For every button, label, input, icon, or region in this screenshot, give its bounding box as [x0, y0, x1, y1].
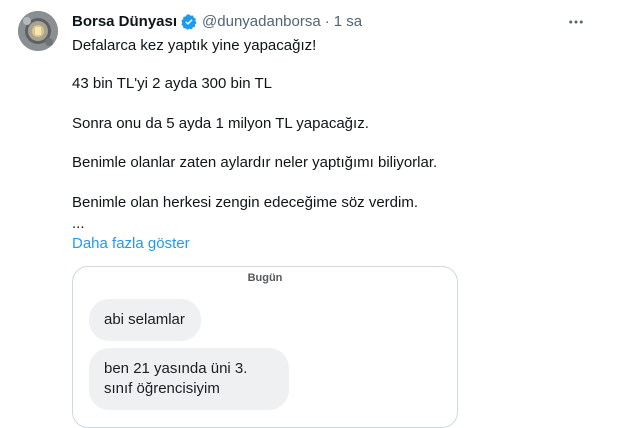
- tweet-timestamp[interactable]: 1 sa: [334, 12, 362, 32]
- chat-bubble: ben 21 yasında üni 3. sınıf öğrencisiyim: [89, 348, 289, 410]
- tweet-text-ellipsis: ...: [72, 215, 85, 232]
- header-separator: ·: [324, 13, 330, 30]
- avatar-image: [18, 11, 58, 51]
- show-more-link[interactable]: Daha fazla göster: [72, 234, 190, 254]
- chat-date-label: Bugün: [247, 272, 283, 284]
- verified-badge-icon: [180, 13, 198, 31]
- media-card[interactable]: Bugün abi selamlar ben 21 yasında üni 3.…: [72, 266, 458, 428]
- tweet-text-line: Benimle olanlar zaten aylardır neler yap…: [72, 154, 438, 171]
- author-handle[interactable]: @dunyadanborsa: [202, 12, 321, 32]
- more-horizontal-icon: [569, 20, 583, 24]
- tweet-text-line: Defalarca kez yaptık yine yapacağız!: [72, 37, 317, 54]
- tweet-text-line: Sonra onu da 5 ayda 1 milyon TL yapacağı…: [72, 115, 369, 132]
- avatar[interactable]: [18, 11, 58, 51]
- chat-bubble: abi selamlar: [89, 299, 201, 341]
- more-options-button[interactable]: [564, 12, 588, 32]
- tweet-text-line: Benimle olan herkesi zengin edeceğime sö…: [72, 194, 419, 211]
- tweet[interactable]: Borsa Dünyası @dunyadanborsa · 1 sa Defa…: [0, 0, 627, 428]
- tweet-text-line: 43 bin TL'yi 2 ayda 300 bin TL: [72, 75, 272, 92]
- tweet-header: Borsa Dünyası @dunyadanborsa · 1 sa: [72, 12, 362, 32]
- display-name[interactable]: Borsa Dünyası: [72, 12, 177, 32]
